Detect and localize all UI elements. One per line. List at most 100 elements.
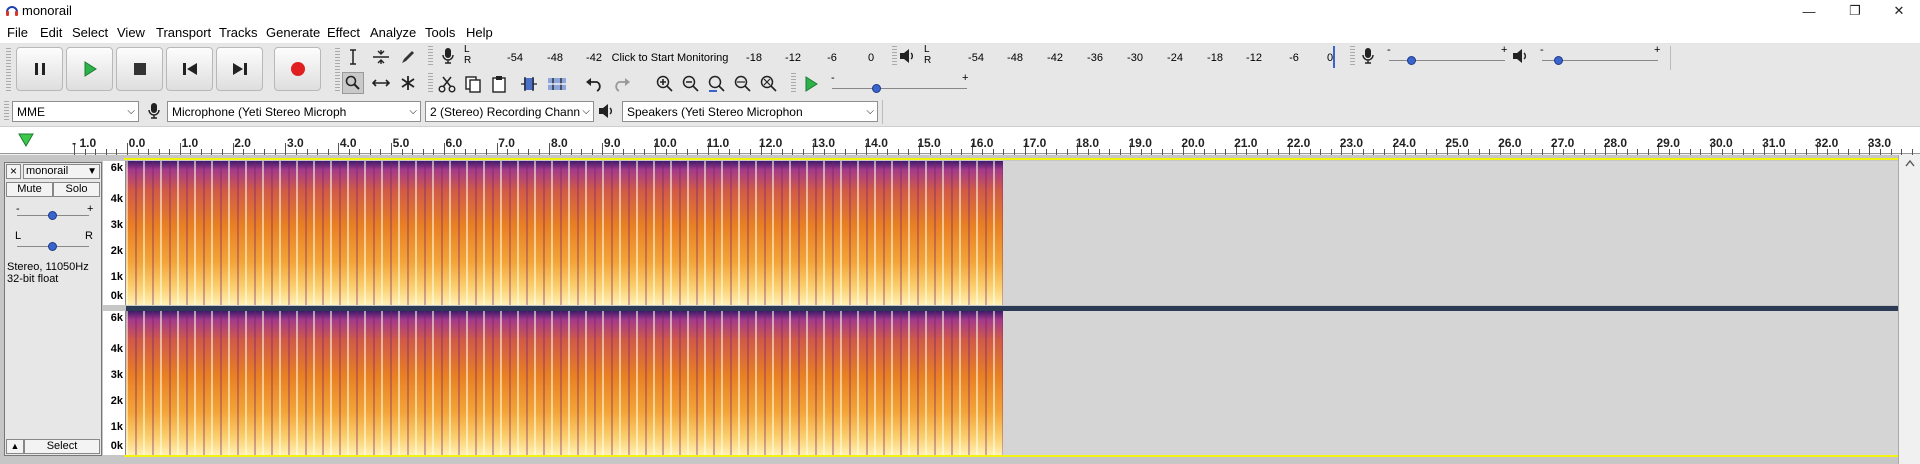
selection-tool[interactable] [342, 46, 364, 68]
record-meter-tick: -18 [746, 52, 762, 64]
record-meter-grip[interactable] [428, 46, 433, 66]
gain-slider-thumb[interactable] [48, 211, 57, 220]
ruler-tick-label: 25.0 [1445, 136, 1469, 150]
silence-audio-button[interactable] [546, 73, 568, 95]
menu-tools[interactable]: Tools [425, 25, 455, 40]
trim-audio-button[interactable] [518, 73, 540, 95]
collapse-track-button[interactable]: ▲ [6, 439, 24, 454]
skip-to-end-button[interactable] [216, 47, 263, 91]
close-button[interactable]: ✕ [1876, 0, 1920, 22]
edit-toolbar-grip[interactable] [428, 73, 433, 93]
pause-button[interactable] [16, 47, 63, 91]
scissors-icon [438, 76, 456, 93]
envelope-tool[interactable] [370, 46, 392, 68]
minimize-button[interactable]: — [1786, 0, 1832, 22]
paste-button[interactable] [488, 73, 510, 95]
menu-bar: File Edit Select View Transport Tracks G… [0, 22, 1920, 44]
recording-channels-select[interactable]: 2 (Stereo) Recording Chann ⌵ [425, 101, 594, 122]
frequency-ruler-right-channel[interactable]: 6k 4k 3k 2k 1k 0k [103, 311, 126, 455]
play-speed-slider[interactable] [832, 88, 967, 89]
record-meter-tick: -48 [547, 52, 563, 64]
empty-track-region[interactable] [1003, 161, 1898, 305]
record-meter[interactable]: -54 -48 -42 Click to Start Monitoring -1… [470, 52, 880, 66]
fit-project-button[interactable] [732, 73, 754, 95]
start-monitoring-prompt[interactable]: Click to Start Monitoring [612, 52, 729, 64]
asterisk-icon [401, 76, 415, 90]
speaker-icon [900, 49, 913, 63]
playback-meter-tick: -36 [1087, 52, 1103, 64]
record-meter-tick: -54 [507, 52, 523, 64]
ruler-tick-label: 5.0 [392, 136, 410, 150]
menu-analyze[interactable]: Analyze [370, 25, 416, 40]
time-shift-tool[interactable] [370, 72, 392, 94]
redo-button[interactable] [610, 73, 632, 95]
menu-generate[interactable]: Generate [266, 25, 320, 40]
menu-transport[interactable]: Transport [156, 25, 211, 40]
frequency-ruler-left-channel[interactable]: 6k 4k 3k 2k 1k 0k [103, 161, 126, 305]
mixer-toolbar-grip[interactable] [1350, 46, 1355, 66]
menu-edit[interactable]: Edit [40, 25, 62, 40]
recording-device-select[interactable]: Microphone (Yeti Stereo Microph ⌵ [167, 101, 421, 122]
tools-toolbar-grip[interactable] [335, 48, 340, 92]
maximize-button[interactable]: ❐ [1832, 0, 1878, 22]
undo-button[interactable] [584, 73, 606, 95]
zoom-toggle-button[interactable] [758, 73, 780, 95]
select-track-button[interactable]: Select [24, 439, 100, 454]
skip-to-start-button[interactable] [166, 47, 213, 91]
playback-meter-grip[interactable] [892, 46, 897, 66]
mute-button[interactable]: Mute [6, 182, 53, 197]
redo-icon [615, 78, 630, 92]
menu-select[interactable]: Select [72, 25, 108, 40]
solo-button[interactable]: Solo [53, 182, 100, 197]
ruler-tick-label: 8.0 [551, 136, 568, 150]
ruler-tick-label: 13.0 [811, 136, 836, 150]
multi-tool[interactable] [397, 72, 419, 94]
menu-effect[interactable]: Effect [327, 25, 360, 40]
pencil-icon [402, 51, 414, 63]
playback-meter-peak [1333, 46, 1335, 68]
play-speed-slider-thumb[interactable] [871, 84, 881, 93]
play-at-speed-button[interactable] [800, 73, 822, 95]
track-close-button[interactable]: × [6, 164, 21, 179]
audio-host-select[interactable]: MME ⌵ [12, 101, 139, 122]
playback-meter-tick: -54 [968, 52, 984, 64]
record-button[interactable] [274, 47, 321, 91]
ruler-tick-label: - 1.0 [72, 136, 97, 150]
empty-track-region[interactable] [1003, 311, 1898, 455]
audacity-logo-icon [6, 6, 18, 16]
draw-tool[interactable] [397, 46, 419, 68]
ruler-tick-label: 4.0 [339, 136, 357, 150]
pan-slider-thumb[interactable] [48, 242, 57, 251]
device-toolbar-grip[interactable] [4, 101, 9, 121]
magnifier-icon [345, 75, 360, 90]
ruler-tick-label: 30.0 [1709, 136, 1733, 150]
playback-meter[interactable]: -54 -48 -42 -36 -30 -24 -18 -12 -6 0 [932, 52, 1333, 66]
play-button[interactable] [66, 47, 113, 91]
spectrogram-left-channel[interactable] [126, 161, 1004, 305]
menu-tracks[interactable]: Tracks [219, 25, 258, 40]
menu-view[interactable]: View [117, 25, 145, 40]
play-at-speed-grip[interactable] [791, 73, 796, 93]
ruler-tick-label: 1.0 [181, 136, 199, 150]
spectrogram-right-channel[interactable] [126, 311, 1004, 455]
timeline-ruler[interactable]: - 1.0 0.0 1.0 2.0 3.0 4.0 5.0 6.0 7.0 8.0 9.0 10.0 1… [0, 126, 1920, 155]
record-volume-plus: + [1501, 44, 1508, 56]
ruler-tick-label: 12.0 [758, 136, 783, 150]
menu-help[interactable]: Help [466, 25, 493, 40]
scroll-up-arrow-icon[interactable] [1905, 159, 1915, 167]
double-arrow-icon [372, 79, 390, 87]
stop-button[interactable] [116, 47, 163, 91]
zoom-tool[interactable] [342, 72, 364, 94]
menu-file[interactable]: File [7, 25, 28, 40]
track-name-menu-button[interactable]: monorail ▼ [23, 164, 100, 179]
zoom-out-button[interactable] [680, 73, 702, 95]
copy-button[interactable] [462, 73, 484, 95]
envelope-icon [373, 50, 389, 64]
cut-button[interactable] [436, 73, 458, 95]
timeline-options-triangle-icon[interactable] [18, 133, 34, 147]
zoom-in-button[interactable] [654, 73, 676, 95]
playback-device-select[interactable]: Speakers (Yeti Stereo Microphon ⌵ [622, 101, 878, 122]
fit-selection-button[interactable] [706, 73, 728, 95]
transport-toolbar-grip[interactable] [6, 48, 11, 92]
vertical-scrollbar[interactable] [1898, 155, 1920, 464]
